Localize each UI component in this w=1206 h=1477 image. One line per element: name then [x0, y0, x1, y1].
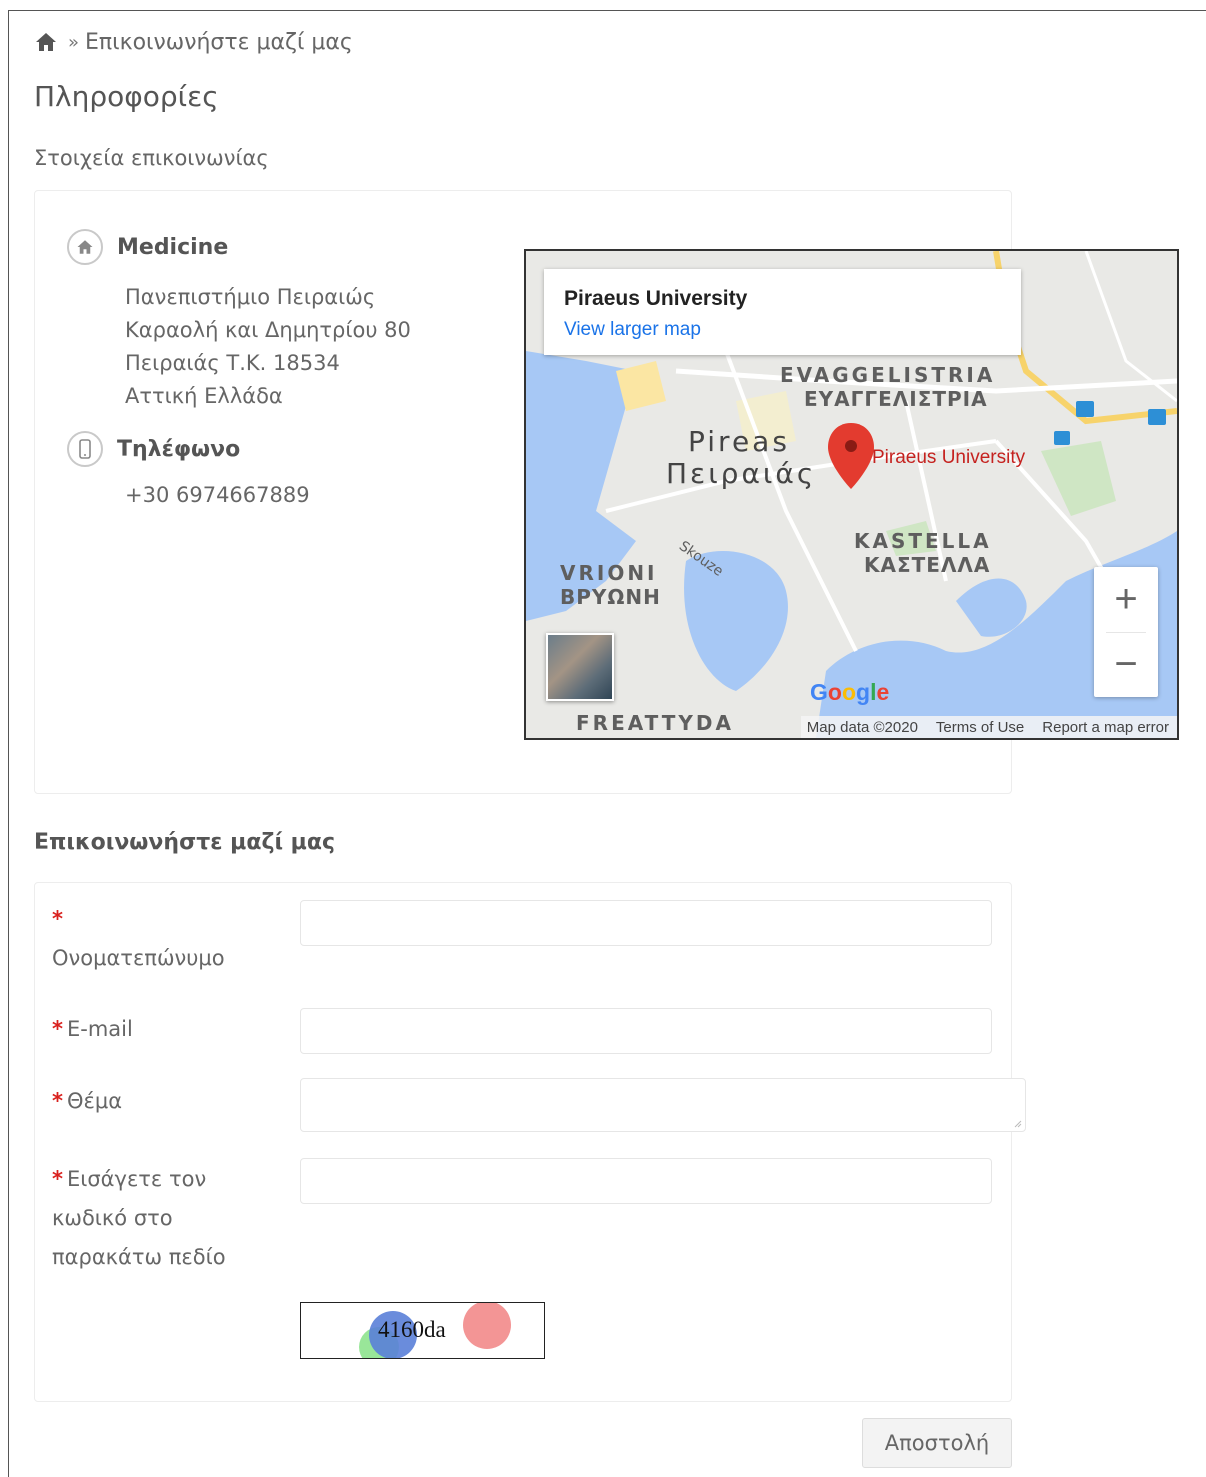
embedded-map[interactable]: Piraeus University View larger map EVAGG… [524, 249, 1179, 740]
contact-details-heading: Στοιχεία επικοινωνίας [34, 146, 269, 170]
map-footer: Map data ©2020 Terms of Use Report a map… [800, 716, 1177, 738]
contact-name: Medicine [117, 234, 229, 260]
map-label-pireas-latin: Pireas [688, 425, 790, 458]
map-label-kastella-latin: KASTELLA [854, 529, 992, 553]
required-asterisk: * [52, 1167, 63, 1191]
map-label-evaggelistria-latin: EVAGGELISTRIA [780, 363, 996, 387]
email-label-text: E-mail [66, 1017, 133, 1041]
captcha-image: 4160da [300, 1302, 545, 1359]
captcha-label-line: κωδικό στο [52, 1206, 173, 1230]
google-logo: Google [810, 679, 890, 705]
phone-number: +30 6974667889 [125, 483, 310, 507]
breadcrumb-separator: » [68, 31, 80, 53]
zoom-controls: + − [1094, 567, 1158, 697]
satellite-view-toggle[interactable] [546, 633, 614, 701]
contact-name-row: Medicine [67, 229, 228, 265]
page-title: Πληροφορίες [34, 80, 219, 113]
captcha-label: * Εισάγετε τον κωδικό στο παρακάτω πεδίο [52, 1160, 226, 1277]
required-asterisk: * [52, 907, 63, 931]
resize-grip-icon[interactable] [1012, 1118, 1022, 1128]
contact-form-heading: Επικοινωνήστε μαζί μας [34, 830, 336, 855]
map-label-kastella-greek: ΚΑΣΤΕΛΛΑ [864, 553, 991, 577]
map-label-vrioni-latin: VRIONI [560, 561, 658, 585]
zoom-in-button[interactable]: + [1094, 567, 1158, 632]
fullname-label: * Ονοματεπώνυμο [52, 900, 225, 978]
fullname-input[interactable] [300, 900, 992, 946]
map-data-attribution: Map data ©2020 [806, 718, 918, 736]
subject-label-text: Θέμα [66, 1089, 123, 1113]
required-asterisk: * [52, 1017, 63, 1041]
map-label-evaggelistria-greek: ΕΥΑΓΓΕΛΙΣΤΡΙΑ [804, 387, 988, 411]
breadcrumb-current[interactable]: Επικοινωνήστε μαζί μας [85, 30, 353, 55]
captcha-label-line: Εισάγετε τον [66, 1167, 207, 1191]
fullname-label-text: Ονοματεπώνυμο [52, 946, 225, 970]
captcha-code: 4160da [378, 1317, 446, 1342]
email-label: * E-mail [52, 1010, 133, 1049]
email-input[interactable] [300, 1008, 992, 1054]
report-map-error-link[interactable]: Report a map error [1042, 719, 1169, 736]
map-marker-label: Piraeus University [872, 447, 1026, 468]
home-icon[interactable] [34, 30, 58, 54]
phone-row: Τηλέφωνο [67, 431, 240, 467]
map-place-name: Piraeus University [564, 287, 748, 310]
subject-label: * Θέμα [52, 1082, 122, 1121]
address-line: Καραολή και Δημητρίου 80 [125, 318, 411, 342]
phone-heading: Τηλέφωνο [117, 436, 241, 462]
subject-textarea[interactable] [300, 1078, 1026, 1132]
map-label-freattyda: FREATTYDA [576, 711, 734, 735]
view-larger-map-link[interactable]: View larger map [564, 319, 701, 341]
zoom-divider [1106, 632, 1146, 633]
map-info-card: Piraeus University View larger map [544, 269, 1021, 355]
submit-button[interactable]: Αποστολή [862, 1418, 1012, 1468]
phone-circle-icon [67, 431, 103, 467]
breadcrumb: » Επικοινωνήστε μαζί μας [34, 26, 353, 58]
zoom-out-button[interactable]: − [1094, 632, 1158, 697]
home-circle-icon [67, 229, 103, 265]
address-line: Αττική Ελλάδα [125, 384, 283, 408]
terms-of-use-link[interactable]: Terms of Use [936, 719, 1024, 736]
map-label-vrioni-greek: ΒΡΥΩΝΗ [560, 585, 661, 609]
required-asterisk: * [52, 1089, 63, 1113]
address-line: Πειραιάς Τ.Κ. 18534 [125, 351, 340, 375]
address-block: Πανεπιστήμιο Πειραιώς Καραολή και Δημητρ… [125, 281, 411, 413]
captcha-input[interactable] [300, 1158, 992, 1204]
map-label-pireas-greek: Πειραιάς [666, 457, 817, 490]
captcha-label-line: παρακάτω πεδίο [52, 1245, 226, 1269]
address-line: Πανεπιστήμιο Πειραιώς [125, 285, 376, 309]
